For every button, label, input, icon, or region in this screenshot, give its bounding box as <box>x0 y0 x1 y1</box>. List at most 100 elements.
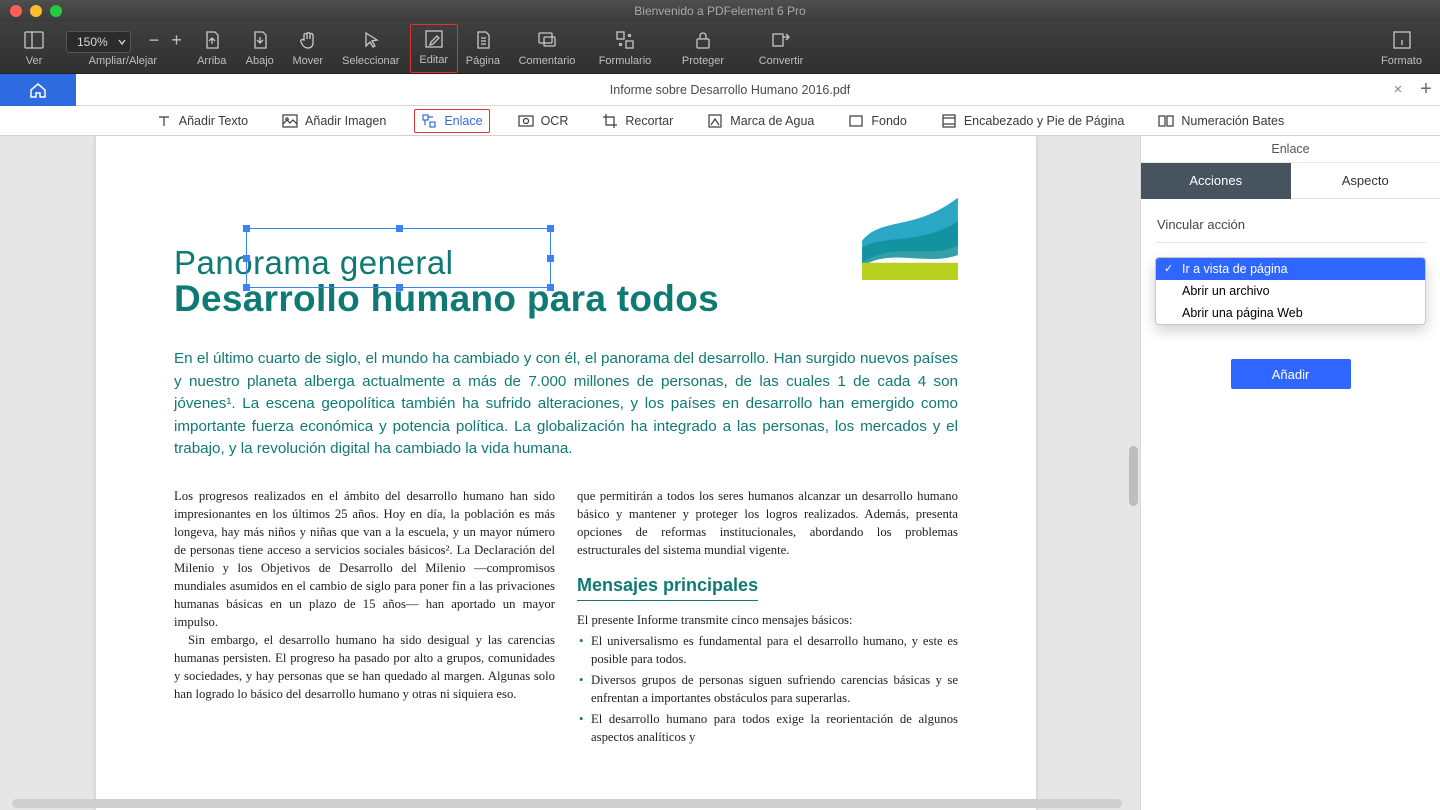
doc-section-heading: Mensajes principales <box>577 573 758 602</box>
panel-body: Vincular acción Ir a vista de página Ir … <box>1141 199 1440 403</box>
header-footer-icon <box>941 113 957 129</box>
add-image-label: Añadir Imagen <box>305 114 386 128</box>
form-tool-button[interactable]: Formulario <box>586 25 664 73</box>
pdf-page: Panorama general Desarrollo humano para … <box>96 136 1036 810</box>
panel-tabs: Acciones Aspecto <box>1141 163 1440 199</box>
select-label: Seleccionar <box>342 55 399 67</box>
doc-bullet-item: Diversos grupos de personas siguen sufri… <box>577 671 958 707</box>
link-button[interactable]: Enlace <box>414 109 489 133</box>
page-down-button[interactable]: Abajo <box>236 25 284 73</box>
header-footer-label: Encabezado y Pie de Página <box>964 114 1125 128</box>
background-icon <box>848 113 864 129</box>
link-action-dropdown: Ir a vista de página Abrir un archivo Ab… <box>1155 257 1426 325</box>
tab-strip: Informe sobre Desarrollo Humano 2016.pdf… <box>0 74 1440 106</box>
image-icon <box>282 113 298 129</box>
close-tab-button[interactable]: × <box>1384 81 1412 98</box>
convert-tool-button[interactable]: Convertir <box>742 25 820 73</box>
cursor-icon <box>360 29 382 51</box>
ocr-button[interactable]: OCR <box>512 110 575 132</box>
close-window-icon[interactable] <box>10 5 22 17</box>
bates-label: Numeración Bates <box>1181 114 1284 128</box>
panel-title: Enlace <box>1141 136 1440 163</box>
hand-tool-button[interactable]: Mover <box>284 25 332 73</box>
edit-icon <box>423 28 445 50</box>
document-title: Informe sobre Desarrollo Humano 2016.pdf <box>76 83 1384 97</box>
add-image-button[interactable]: Añadir Imagen <box>276 110 392 132</box>
header-footer-button[interactable]: Encabezado y Pie de Página <box>935 110 1131 132</box>
titlebar: Bienvenido a PDFelement 6 Pro <box>0 0 1440 22</box>
protect-tool-button[interactable]: Proteger <box>664 25 742 73</box>
form-label: Formulario <box>599 55 652 67</box>
edit-tool-button[interactable]: Editar <box>410 24 458 73</box>
zoom-value: 150% <box>77 35 108 49</box>
doc-body-text: que permitirán a todos los seres humanos… <box>577 487 958 559</box>
window-controls <box>10 5 62 17</box>
minimize-window-icon[interactable] <box>30 5 42 17</box>
tab-appearance[interactable]: Aspecto <box>1291 163 1440 199</box>
edit-label: Editar <box>419 54 448 66</box>
add-text-label: Añadir Texto <box>179 114 248 128</box>
dropdown-option-goto-page[interactable]: Ir a vista de página <box>1156 258 1425 280</box>
doc-intro-paragraph: En el último cuarto de siglo, el mundo h… <box>174 348 958 461</box>
convert-icon <box>770 29 792 51</box>
page-label: Página <box>466 55 500 67</box>
zoom-window-icon[interactable] <box>50 5 62 17</box>
hand-icon <box>297 29 319 51</box>
dropdown-option-open-file[interactable]: Abrir un archivo <box>1156 280 1425 302</box>
protect-label: Proteger <box>682 55 724 67</box>
doc-body-text: Los progresos realizados en el ámbito de… <box>174 487 555 631</box>
tab-actions[interactable]: Acciones <box>1141 163 1291 199</box>
link-action-select[interactable]: Ir a vista de página Ir a vista de págin… <box>1155 257 1426 281</box>
watermark-button[interactable]: Marca de Agua <box>701 110 820 132</box>
link-action-label: Vincular acción <box>1155 213 1426 243</box>
info-panel-icon <box>1391 29 1413 51</box>
convert-label: Convertir <box>759 55 804 67</box>
format-panel-button[interactable]: Formato <box>1373 25 1430 73</box>
form-icon <box>614 29 636 51</box>
select-tool-button[interactable]: Seleccionar <box>332 25 410 73</box>
horizontal-scrollbar[interactable] <box>0 796 1140 810</box>
ocr-label: OCR <box>541 114 569 128</box>
page-down-icon <box>249 29 271 51</box>
bates-button[interactable]: Numeración Bates <box>1152 110 1290 132</box>
doc-body-text: El presente Informe transmite cinco mens… <box>577 611 958 629</box>
app-title: Bienvenido a PDFelement 6 Pro <box>0 4 1440 18</box>
link-icon <box>421 113 437 129</box>
page-up-label: Arriba <box>197 55 226 67</box>
doc-body-text: Sin embargo, el desarrollo humano ha sid… <box>174 631 555 703</box>
page-up-button[interactable]: Arriba <box>188 25 236 73</box>
page-up-icon <box>201 29 223 51</box>
watermark-icon <box>707 113 723 129</box>
link-label: Enlace <box>444 114 482 128</box>
chevron-down-icon <box>118 38 126 46</box>
crop-label: Recortar <box>625 114 673 128</box>
document-logo <box>862 188 958 280</box>
page-tool-button[interactable]: Página <box>458 25 508 73</box>
main-toolbar: Ver 150% − + Ampliar/Alejar Arriba Abajo… <box>0 22 1440 74</box>
page-down-label: Abajo <box>246 55 274 67</box>
background-button[interactable]: Fondo <box>842 110 912 132</box>
background-label: Fondo <box>871 114 906 128</box>
comment-icon <box>536 29 558 51</box>
new-tab-button[interactable]: + <box>1412 78 1440 101</box>
doc-column-left: Los progresos realizados en el ámbito de… <box>174 487 555 747</box>
add-text-button[interactable]: Añadir Texto <box>150 110 254 132</box>
vertical-scrollbar[interactable] <box>1126 136 1140 810</box>
zoom-in-button[interactable]: + <box>165 30 188 67</box>
document-canvas[interactable]: Panorama general Desarrollo humano para … <box>0 136 1140 810</box>
text-icon <box>156 113 172 129</box>
sidebar-icon <box>23 29 45 51</box>
home-tab[interactable] <box>0 74 76 106</box>
doc-columns: Los progresos realizados en el ámbito de… <box>174 487 958 747</box>
text-selection-box[interactable] <box>246 228 551 288</box>
comment-label: Comentario <box>519 55 576 67</box>
crop-button[interactable]: Recortar <box>596 110 679 132</box>
view-button[interactable]: Ver <box>10 25 58 73</box>
doc-bullet-item: El desarrollo humano para todos exige la… <box>577 710 958 746</box>
zoom-select[interactable]: 150% <box>66 31 131 53</box>
add-link-button[interactable]: Añadir <box>1231 359 1351 389</box>
edit-subtoolbar: Añadir Texto Añadir Imagen Enlace OCR Re… <box>0 106 1440 136</box>
dropdown-option-open-web[interactable]: Abrir una página Web <box>1156 302 1425 324</box>
comment-tool-button[interactable]: Comentario <box>508 25 586 73</box>
zoom-label: Ampliar/Alejar <box>89 55 157 67</box>
